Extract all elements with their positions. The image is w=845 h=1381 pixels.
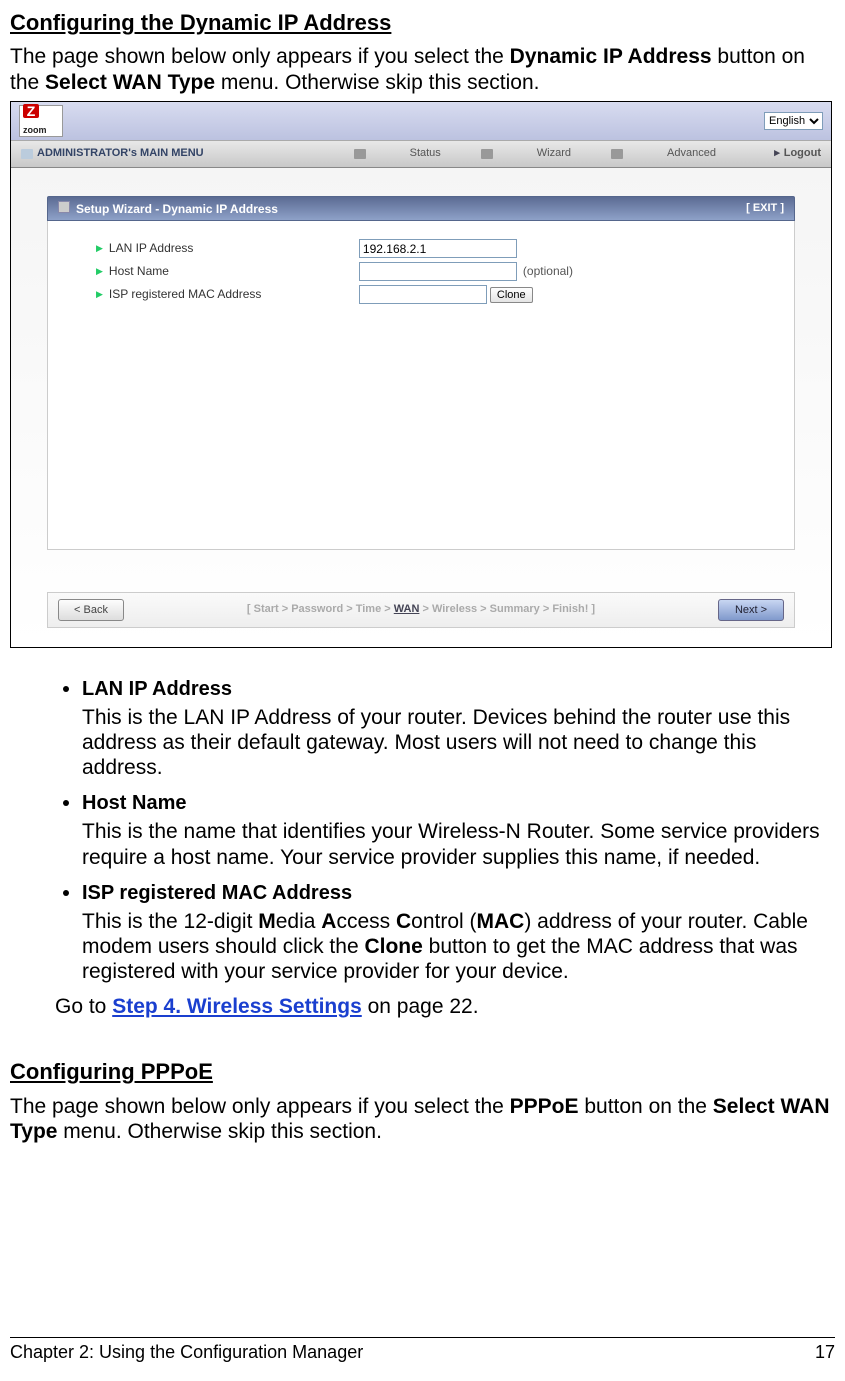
zoom-logo: zoom xyxy=(19,105,63,137)
menu-status[interactable]: Status xyxy=(410,147,441,160)
optional-text: (optional) xyxy=(523,264,573,278)
mac-label: ISP registered MAC Address xyxy=(109,287,359,301)
wizard-icon xyxy=(481,149,493,159)
host-name-input[interactable] xyxy=(359,262,517,281)
row-mac: ▶ ISP registered MAC Address Clone xyxy=(66,285,776,304)
folder-icon xyxy=(21,149,33,159)
next-button[interactable]: Next > xyxy=(718,599,784,621)
step4-link[interactable]: Step 4. Wireless Settings xyxy=(112,995,362,1018)
status-icon xyxy=(354,149,366,159)
wizard-footer: < Back [ Start > Password > Time > WAN >… xyxy=(47,592,795,628)
page-footer: Chapter 2: Using the Configuration Manag… xyxy=(10,1337,835,1364)
lan-ip-input[interactable] xyxy=(359,239,517,258)
admin-menu-bar: ADMINISTRATOR's MAIN MENU Status Wizard … xyxy=(11,140,831,168)
section-heading-dynamic-ip: Configuring the Dynamic IP Address xyxy=(10,10,835,36)
mac-input[interactable] xyxy=(359,285,487,304)
row-host-name: ▶ Host Name (optional) xyxy=(66,262,776,281)
panel-area: Setup Wizard - Dynamic IP Address [ EXIT… xyxy=(11,168,831,646)
panel-title: Setup Wizard - Dynamic IP Address xyxy=(76,202,278,216)
router-screenshot: zoom English ADMINISTRATOR's MAIN MENU S… xyxy=(10,101,832,648)
advanced-icon xyxy=(611,149,623,159)
menu-advanced[interactable]: Advanced xyxy=(667,147,716,160)
menu-wizard[interactable]: Wizard xyxy=(537,147,571,160)
bullet-icon: ▶ xyxy=(96,243,103,254)
bullet-host-name: Host Name This is the name that identifi… xyxy=(82,790,835,869)
wizard-steps: [ Start > Password > Time > WAN > Wirele… xyxy=(124,603,718,616)
host-name-label: Host Name xyxy=(109,264,359,278)
panel-icon xyxy=(58,201,70,213)
back-button[interactable]: < Back xyxy=(58,599,124,621)
section-heading-pppoe: Configuring PPPoE xyxy=(10,1059,835,1085)
language-select[interactable]: English xyxy=(764,112,823,130)
footer-chapter: Chapter 2: Using the Configuration Manag… xyxy=(10,1342,363,1364)
intro-paragraph-1: The page shown below only appears if you… xyxy=(10,44,835,94)
intro-paragraph-2: The page shown below only appears if you… xyxy=(10,1094,835,1144)
menu-logout[interactable]: Logout xyxy=(784,147,821,160)
bullet-lan-ip: LAN IP Address This is the LAN IP Addres… xyxy=(82,676,835,781)
lan-ip-label: LAN IP Address xyxy=(109,241,359,255)
panel-header: Setup Wizard - Dynamic IP Address [ EXIT… xyxy=(47,196,795,221)
goto-line: Go to Step 4. Wireless Settings on page … xyxy=(55,994,835,1019)
field-descriptions: LAN IP Address This is the LAN IP Addres… xyxy=(10,676,835,985)
footer-page-number: 17 xyxy=(815,1342,835,1364)
main-menu-label: ADMINISTRATOR's MAIN MENU xyxy=(37,147,204,160)
exit-link[interactable]: [ EXIT ] xyxy=(746,202,784,215)
clone-button[interactable]: Clone xyxy=(490,287,533,303)
panel-body: ▶ LAN IP Address ▶ Host Name (optional) … xyxy=(47,221,795,550)
screenshot-topbar: zoom English xyxy=(11,102,831,140)
bullet-icon: ▶ xyxy=(96,266,103,277)
bullet-mac: ISP registered MAC Address This is the 1… xyxy=(82,880,835,985)
bullet-icon: ▶ xyxy=(96,289,103,300)
row-lan-ip: ▶ LAN IP Address xyxy=(66,239,776,258)
